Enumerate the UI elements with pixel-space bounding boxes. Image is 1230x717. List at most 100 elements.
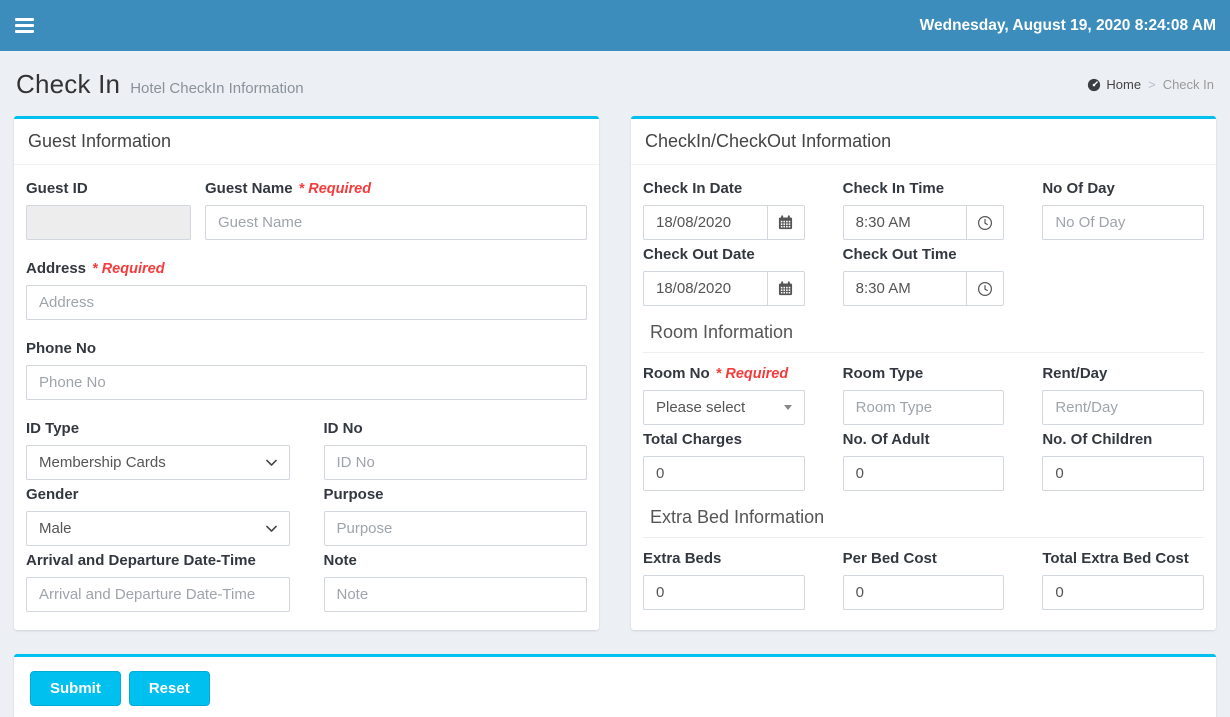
total-charges-input[interactable] xyxy=(643,456,805,491)
page-subtitle: Hotel CheckIn Information xyxy=(130,80,303,97)
purpose-field: Purpose xyxy=(324,486,588,546)
clock-icon[interactable] xyxy=(966,205,1004,240)
check-in-date-label: Check In Date xyxy=(643,180,805,197)
address-input[interactable] xyxy=(26,285,587,320)
required-marker: * Required xyxy=(716,366,789,382)
rent-day-label: Rent/Day xyxy=(1042,365,1204,382)
check-in-time-field: Check In Time xyxy=(843,180,1005,240)
page-header: Check In Hotel CheckIn Information Home … xyxy=(16,69,1214,100)
total-charges-field: Total Charges xyxy=(643,431,805,491)
no-of-children-label: No. Of Children xyxy=(1042,431,1204,448)
address-field: Address * Required xyxy=(26,260,587,320)
checkin-checkout-panel: CheckIn/CheckOut Information Check In Da… xyxy=(631,116,1216,630)
note-label: Note xyxy=(324,552,588,569)
phone-no-input[interactable] xyxy=(26,365,587,400)
room-type-label: Room Type xyxy=(843,365,1005,382)
per-bed-cost-label: Per Bed Cost xyxy=(843,550,1005,567)
no-of-children-input[interactable] xyxy=(1042,456,1204,491)
room-no-value: Please select xyxy=(656,399,745,416)
check-out-time-label: Check Out Time xyxy=(843,246,1005,263)
no-of-adult-field: No. Of Adult xyxy=(843,431,1005,491)
gender-value: Male xyxy=(39,520,72,537)
chevron-down-icon xyxy=(266,459,277,467)
total-charges-label: Total Charges xyxy=(643,431,805,448)
check-out-date-label: Check Out Date xyxy=(643,246,805,263)
id-type-value: Membership Cards xyxy=(39,454,166,471)
guest-information-panel: Guest Information Guest ID Guest Name* R… xyxy=(14,116,599,630)
id-no-label: ID No xyxy=(324,420,588,437)
rent-day-field: Rent/Day xyxy=(1042,365,1204,425)
extra-beds-label: Extra Beds xyxy=(643,550,805,567)
guest-name-field: Guest Name * Required xyxy=(205,180,587,240)
submit-button[interactable]: Submit xyxy=(30,671,121,706)
room-no-field: Room No * Required Please select xyxy=(643,365,805,425)
id-type-field: ID Type Membership Cards xyxy=(26,420,290,480)
per-bed-cost-input[interactable] xyxy=(843,575,1005,610)
arrival-departure-input[interactable] xyxy=(26,577,290,612)
room-no-select[interactable]: Please select xyxy=(643,390,805,425)
calendar-icon[interactable] xyxy=(767,271,805,306)
guest-id-label: Guest ID xyxy=(26,180,191,197)
phone-no-label: Phone No xyxy=(26,340,587,357)
gender-field: Gender Male xyxy=(26,486,290,546)
breadcrumb: Home > Check In xyxy=(1087,77,1214,92)
topbar-datetime: Wednesday, August 19, 2020 8:24:08 AM xyxy=(920,17,1216,35)
breadcrumb-home-label: Home xyxy=(1106,77,1141,92)
room-type-input[interactable] xyxy=(843,390,1005,425)
topbar: Wednesday, August 19, 2020 8:24:08 AM xyxy=(0,0,1230,51)
gender-label: Gender xyxy=(26,486,290,503)
note-input[interactable] xyxy=(324,577,588,612)
room-type-field: Room Type xyxy=(843,365,1005,425)
calendar-icon[interactable] xyxy=(767,205,805,240)
breadcrumb-separator: > xyxy=(1148,77,1156,92)
no-of-day-input[interactable] xyxy=(1042,205,1204,240)
check-out-date-input[interactable] xyxy=(643,271,767,306)
check-in-time-input[interactable] xyxy=(843,205,967,240)
arrival-departure-field: Arrival and Departure Date-Time xyxy=(26,552,290,612)
caret-down-icon xyxy=(784,405,792,410)
breadcrumb-current: Check In xyxy=(1163,77,1214,92)
check-out-date-field: Check Out Date xyxy=(643,246,805,306)
gender-select[interactable]: Male xyxy=(26,511,290,546)
id-type-label: ID Type xyxy=(26,420,290,437)
check-out-time-input[interactable] xyxy=(843,271,967,306)
per-bed-cost-field: Per Bed Cost xyxy=(843,550,1005,610)
chevron-down-icon xyxy=(266,525,277,533)
no-of-adult-input[interactable] xyxy=(843,456,1005,491)
id-type-select[interactable]: Membership Cards xyxy=(26,445,290,480)
hamburger-menu-icon[interactable] xyxy=(0,0,48,51)
extra-bed-information-heading: Extra Bed Information xyxy=(643,507,1204,538)
breadcrumb-home-link[interactable]: Home xyxy=(1087,77,1141,92)
guest-name-input[interactable] xyxy=(205,205,587,240)
check-in-time-label: Check In Time xyxy=(843,180,1005,197)
rent-day-input[interactable] xyxy=(1042,390,1204,425)
extra-beds-input[interactable] xyxy=(643,575,805,610)
phone-no-field: Phone No xyxy=(26,340,587,400)
required-marker: * Required xyxy=(92,261,165,277)
dashboard-icon xyxy=(1087,78,1101,92)
purpose-input[interactable] xyxy=(324,511,588,546)
no-of-day-field: No Of Day xyxy=(1042,180,1204,240)
checkio-panel-title: CheckIn/CheckOut Information xyxy=(631,119,1216,165)
id-no-input[interactable] xyxy=(324,445,588,480)
purpose-label: Purpose xyxy=(324,486,588,503)
total-extra-bed-cost-field: Total Extra Bed Cost xyxy=(1042,550,1204,610)
action-bar: Submit Reset xyxy=(14,654,1216,717)
note-field: Note xyxy=(324,552,588,612)
required-marker: * Required xyxy=(299,181,372,197)
guest-id-field: Guest ID xyxy=(26,180,191,240)
arrival-departure-label: Arrival and Departure Date-Time xyxy=(26,552,290,569)
reset-button[interactable]: Reset xyxy=(129,671,210,706)
address-label: Address xyxy=(26,260,86,277)
clock-icon[interactable] xyxy=(966,271,1004,306)
page-title: Check In xyxy=(16,69,120,100)
guest-name-label: Guest Name xyxy=(205,180,293,197)
no-of-children-field: No. Of Children xyxy=(1042,431,1204,491)
extra-beds-field: Extra Beds xyxy=(643,550,805,610)
guest-id-input xyxy=(26,205,191,240)
room-no-label: Room No xyxy=(643,365,710,382)
total-extra-bed-cost-label: Total Extra Bed Cost xyxy=(1042,550,1204,567)
check-in-date-input[interactable] xyxy=(643,205,767,240)
total-extra-bed-cost-input[interactable] xyxy=(1042,575,1204,610)
check-in-date-field: Check In Date xyxy=(643,180,805,240)
